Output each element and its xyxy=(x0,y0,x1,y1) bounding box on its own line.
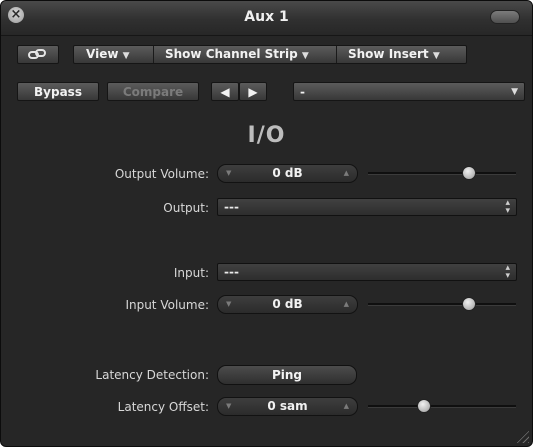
latency-detection-label: Latency Detection: xyxy=(95,368,209,382)
plugin-window: × Aux 1 View ▼ Show Channel Strip ▼ Show… xyxy=(0,0,533,447)
view-menu[interactable]: View ▼ xyxy=(86,46,130,63)
output-volume-label: Output Volume: xyxy=(114,167,209,181)
left-arrow-icon: ◀ xyxy=(220,85,230,99)
toolbar-toggle-button[interactable] xyxy=(490,10,520,24)
bypass-button[interactable]: Bypass xyxy=(17,82,99,101)
view-menubar: View ▼ Show Channel Strip ▼ Show Insert … xyxy=(73,45,467,64)
latency-offset-slider[interactable] xyxy=(368,405,516,408)
plugin-title: I/O xyxy=(247,123,286,148)
increment-icon: ▲ xyxy=(343,169,349,177)
chevron-down-icon: ▼ xyxy=(432,51,440,61)
link-icon xyxy=(28,49,46,59)
chevron-down-icon: ▼ xyxy=(301,51,309,61)
window-title: Aux 1 xyxy=(244,9,289,25)
up-down-chevron-icon: ▴ ▾ xyxy=(505,198,510,216)
input-volume-field[interactable]: ▼ 0 dB ▲ xyxy=(217,295,358,314)
input-volume-slider[interactable] xyxy=(368,303,516,306)
up-down-chevron-icon: ▴ ▾ xyxy=(505,263,510,281)
title-bar[interactable]: × Aux 1 xyxy=(1,1,532,36)
chevron-down-icon: ▼ xyxy=(511,87,518,97)
ping-button[interactable]: Ping xyxy=(217,365,357,385)
decrement-icon: ▼ xyxy=(226,300,232,308)
input-select[interactable]: --- ▴ ▾ xyxy=(217,263,517,281)
preset-menu[interactable]: - ▼ xyxy=(293,82,525,101)
chevron-down-icon: ▼ xyxy=(122,51,130,61)
output-volume-field[interactable]: ▼ 0 dB ▲ xyxy=(217,164,358,183)
show-channel-strip-menu[interactable]: Show Channel Strip ▼ xyxy=(165,46,309,63)
output-label: Output: xyxy=(163,201,209,215)
right-arrow-icon: ▶ xyxy=(248,85,258,99)
output-volume-slider[interactable] xyxy=(368,172,516,175)
latency-offset-label: Latency Offset: xyxy=(117,400,209,414)
decrement-icon: ▼ xyxy=(226,402,232,410)
show-insert-menu[interactable]: Show Insert ▼ xyxy=(348,46,440,63)
input-volume-label: Input Volume: xyxy=(125,298,209,312)
output-select[interactable]: --- ▴ ▾ xyxy=(217,198,517,216)
compare-button[interactable]: Compare xyxy=(107,82,199,101)
resize-grip-icon[interactable] xyxy=(515,429,529,443)
output-volume-slider-knob[interactable] xyxy=(461,166,476,180)
increment-icon: ▲ xyxy=(343,300,349,308)
link-button[interactable] xyxy=(17,45,59,64)
latency-offset-field[interactable]: ▼ 0 sam ▲ xyxy=(217,397,358,416)
input-label: Input: xyxy=(173,266,209,280)
increment-icon: ▲ xyxy=(343,402,349,410)
input-volume-slider-knob[interactable] xyxy=(461,297,476,311)
decrement-icon: ▼ xyxy=(226,169,232,177)
latency-offset-slider-knob[interactable] xyxy=(417,399,432,413)
preset-name: - xyxy=(300,85,305,99)
next-preset-button[interactable]: ▶ xyxy=(239,82,267,101)
previous-preset-button[interactable]: ◀ xyxy=(211,82,239,101)
